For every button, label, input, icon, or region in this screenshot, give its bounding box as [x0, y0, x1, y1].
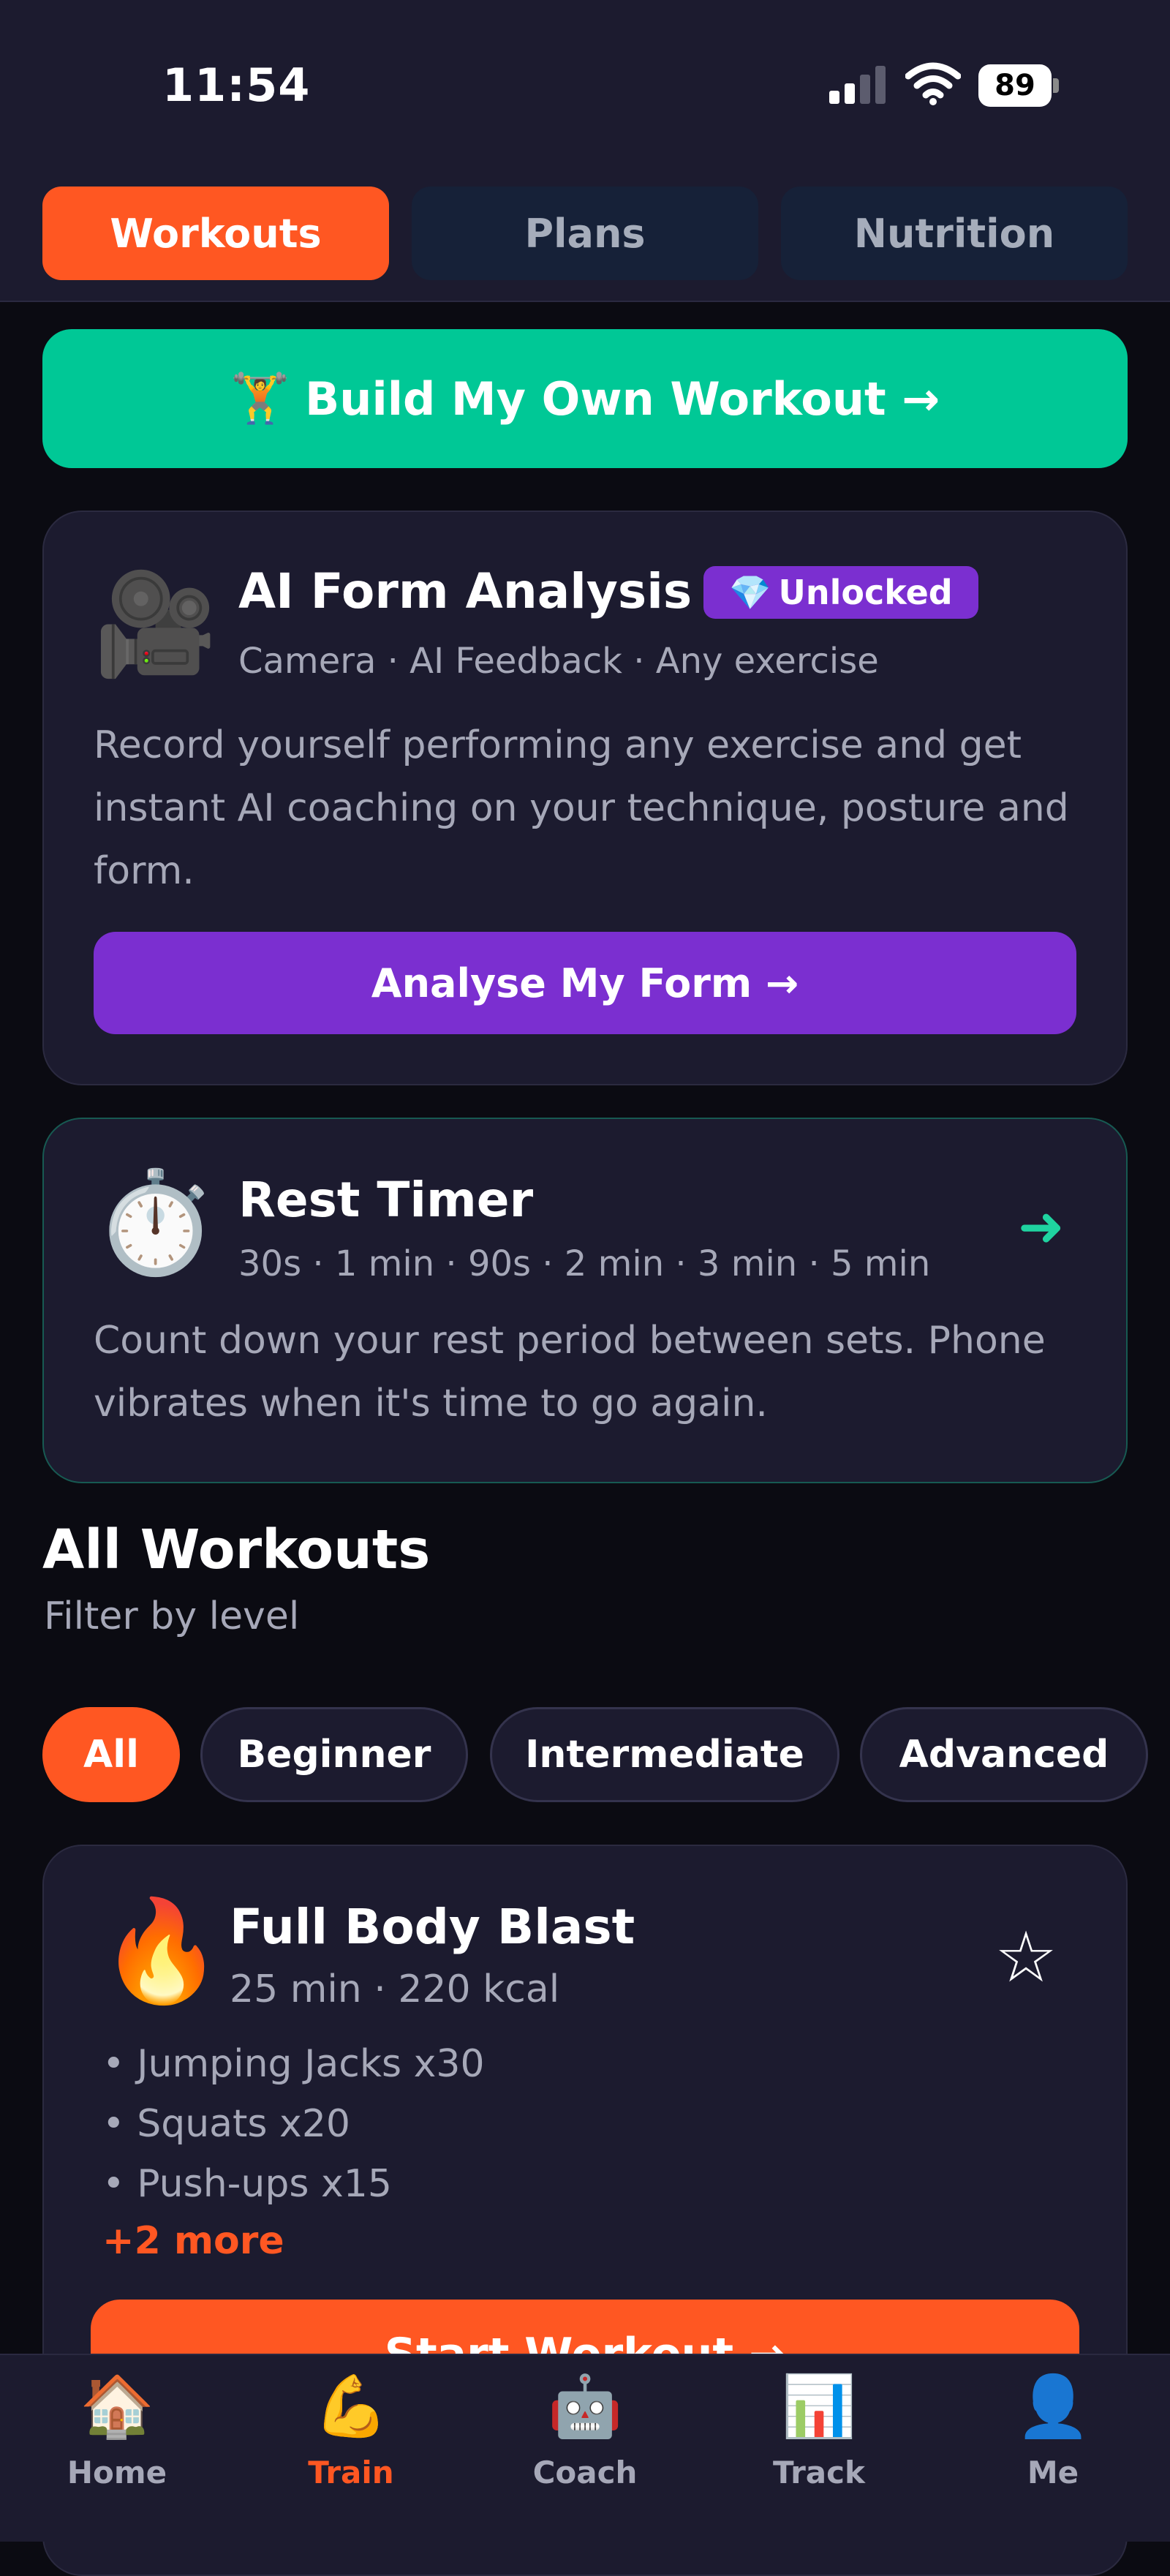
rest-timer-title: Rest Timer — [238, 1172, 534, 1228]
form-analysis-description-line1: Record yourself performing any exercise … — [94, 723, 1022, 767]
form-analysis-subtitle: Camera · AI Feedback · Any exercise — [238, 641, 879, 682]
stopwatch-icon: ⏱️ — [94, 1165, 218, 1281]
rest-timer-subtitle: 30s · 1 min · 90s · 2 min · 3 min · 5 mi… — [238, 1243, 931, 1284]
nav-track-label: Track — [773, 2455, 865, 2490]
robot-icon: 🤖 — [547, 2372, 623, 2441]
rest-timer-description-line1: Count down your rest period between sets… — [94, 1319, 1046, 1363]
status-time: 11:54 — [162, 59, 311, 112]
all-workouts-title: All Workouts — [42, 1518, 431, 1581]
battery-level: 89 — [978, 64, 1052, 107]
build-workout-button[interactable]: 🏋️ Build My Own Workout → — [42, 329, 1128, 468]
nav-train-label: Train — [308, 2455, 394, 2490]
filter-advanced[interactable]: Advanced — [860, 1707, 1148, 1802]
more-exercises-link[interactable]: +2 more — [102, 2219, 284, 2263]
filter-intermediate[interactable]: Intermediate — [490, 1707, 839, 1802]
build-workout-label: Build My Own Workout → — [305, 372, 940, 426]
nav-train[interactable]: 💪 Train — [278, 2377, 424, 2509]
tab-plans[interactable]: Plans — [412, 187, 758, 280]
form-analysis-description-line2: instant AI coaching on your technique, p… — [94, 786, 1069, 830]
cellular-signal-icon — [829, 66, 886, 104]
nav-me-label: Me — [1027, 2455, 1079, 2490]
filter-all[interactable]: All — [42, 1707, 180, 1802]
star-icon[interactable]: ☆ — [994, 1916, 1057, 1998]
form-analysis-title: AI Form Analysis — [238, 563, 692, 619]
movie-camera-icon: 🎥 — [94, 567, 218, 682]
form-analysis-description-line3: form. — [94, 849, 195, 893]
fire-icon: 🔥 — [99, 1894, 224, 2009]
house-icon: 🏠 — [79, 2372, 155, 2441]
weightlifter-icon: 🏋️ — [230, 370, 291, 426]
nav-me[interactable]: 👤 Me — [980, 2377, 1126, 2509]
all-workouts-subtitle: Filter by level — [44, 1594, 300, 1638]
gem-icon: 💎 — [729, 572, 771, 612]
nav-home[interactable]: 🏠 Home — [44, 2377, 190, 2509]
analyse-form-button[interactable]: Analyse My Form → — [94, 932, 1076, 1034]
workout-meta: 25 min · 220 kcal — [230, 1967, 560, 2011]
user-icon: 👤 — [1015, 2372, 1091, 2441]
flexed-biceps-icon: 💪 — [313, 2372, 389, 2441]
tab-nutrition[interactable]: Nutrition — [781, 187, 1128, 280]
unlocked-badge: 💎 Unlocked — [703, 566, 978, 619]
arrow-right-icon[interactable]: ➜ — [1018, 1194, 1065, 1259]
exercise-item: • Push-ups x15 — [102, 2162, 392, 2206]
battery-icon: 89 — [978, 64, 1060, 107]
exercise-item: • Squats x20 — [102, 2102, 350, 2146]
nav-track[interactable]: 📊 Track — [746, 2377, 892, 2509]
bar-chart-icon: 📊 — [781, 2372, 857, 2441]
filter-beginner[interactable]: Beginner — [200, 1707, 468, 1802]
unlocked-badge-label: Unlocked — [778, 573, 953, 612]
tab-workouts[interactable]: Workouts — [42, 187, 389, 280]
exercise-item: • Jumping Jacks x30 — [102, 2042, 485, 2086]
workout-title: Full Body Blast — [230, 1899, 635, 1955]
nav-coach[interactable]: 🤖 Coach — [512, 2377, 658, 2509]
nav-home-label: Home — [67, 2455, 167, 2490]
rest-timer-description-line2: vibrates when it's time to go again. — [94, 1382, 768, 1426]
nav-coach-label: Coach — [532, 2455, 638, 2490]
wifi-icon — [905, 62, 961, 105]
